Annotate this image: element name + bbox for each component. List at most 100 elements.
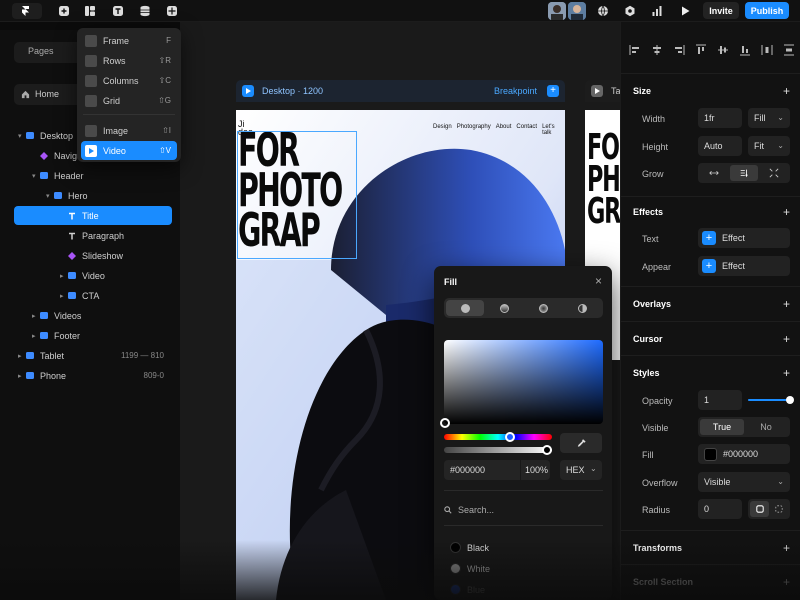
radial-gradient-option[interactable]	[524, 300, 562, 316]
layout-button[interactable]	[82, 3, 98, 19]
layer-paragraph[interactable]: Paragraph	[14, 226, 172, 245]
tab-pages[interactable]: Pages	[28, 46, 54, 56]
color-search[interactable]: Search...	[444, 505, 494, 515]
nav-link-lets-talk[interactable]: Let's talk	[542, 124, 565, 136]
alpha-knob[interactable]	[542, 445, 552, 455]
expand-caret-icon[interactable]: ▾	[46, 192, 54, 200]
color-saturation-picker[interactable]	[440, 340, 603, 428]
invite-button[interactable]: Invite	[703, 2, 739, 19]
layer-hero[interactable]: ▾ Hero	[14, 186, 172, 205]
analytics-button[interactable]	[649, 3, 665, 19]
radius-uniform-button[interactable]	[750, 501, 769, 517]
menu-item-image[interactable]: Image ⇧I	[81, 121, 177, 140]
nav-link-contact[interactable]: Contact	[516, 124, 537, 136]
linear-gradient-option[interactable]	[485, 300, 523, 316]
tablet-frame-header[interactable]: Ta	[585, 80, 620, 102]
radius-input[interactable]: 0	[698, 499, 742, 519]
align-top-icon[interactable]	[695, 44, 707, 56]
align-center-horizontal-icon[interactable]	[651, 44, 663, 56]
opacity-input[interactable]: 100%	[525, 465, 548, 475]
grow-horizontal-button[interactable]	[700, 165, 728, 181]
menu-item-frame[interactable]: Frame F	[81, 31, 177, 50]
plus-icon[interactable]: +	[783, 85, 790, 97]
alpha-slider[interactable]	[444, 445, 552, 455]
insert-button[interactable]	[56, 3, 72, 19]
height-mode-select[interactable]: Fit ⌄	[748, 136, 790, 156]
nav-link-design[interactable]: Design	[433, 124, 452, 136]
expand-caret-icon[interactable]: ▸	[18, 372, 26, 380]
breakpoint-button[interactable]: Breakpoint	[494, 86, 537, 96]
grow-stack-button[interactable]	[730, 165, 758, 181]
cms-button[interactable]	[137, 3, 153, 19]
width-mode-select[interactable]: Fill ⌄	[748, 108, 790, 128]
text-tool-button[interactable]	[110, 3, 126, 19]
nav-link-about[interactable]: About	[496, 124, 512, 136]
assets-button[interactable]	[164, 3, 180, 19]
saturation-knob[interactable]	[440, 418, 450, 428]
visible-true-button[interactable]: True	[700, 419, 744, 435]
expand-caret-icon[interactable]: ▸	[32, 332, 40, 340]
width-input[interactable]: 1fr	[698, 108, 742, 128]
expand-caret-icon[interactable]: ▸	[18, 352, 26, 360]
avatar[interactable]	[568, 2, 586, 20]
avatar[interactable]	[548, 2, 566, 20]
layer-header[interactable]: ▾ Header	[14, 166, 172, 185]
plus-icon[interactable]: +	[783, 542, 790, 554]
expand-caret-icon[interactable]: ▸	[60, 292, 68, 300]
preview-button[interactable]	[677, 3, 693, 19]
close-icon[interactable]: ×	[595, 274, 602, 288]
visible-no-button[interactable]: No	[744, 419, 788, 435]
layer-video[interactable]: ▸ Video	[14, 266, 172, 285]
globe-button[interactable]	[595, 3, 611, 19]
hue-knob[interactable]	[505, 432, 515, 442]
expand-caret-icon[interactable]: ▸	[60, 272, 68, 280]
text-effect-button[interactable]: + Effect	[698, 228, 790, 248]
expand-caret-icon[interactable]: ▾	[18, 132, 26, 140]
menu-item-columns[interactable]: Columns ⇧C	[81, 71, 177, 90]
height-input[interactable]: Auto	[698, 136, 742, 156]
expand-caret-icon[interactable]: ▸	[32, 312, 40, 320]
radius-individual-button[interactable]	[769, 501, 788, 517]
opacity-slider-knob[interactable]	[786, 396, 794, 404]
distribute-vertical-icon[interactable]	[783, 44, 795, 56]
title-selection-box[interactable]	[237, 131, 357, 259]
expand-caret-icon[interactable]: ▾	[32, 172, 40, 180]
layer-tablet[interactable]: ▸ Tablet 1199 — 810	[14, 346, 172, 365]
swatch-blue[interactable]: Blue	[450, 584, 485, 595]
grow-both-button[interactable]	[760, 165, 788, 181]
settings-button[interactable]	[622, 3, 638, 19]
nav-link-photography[interactable]: Photography	[457, 124, 491, 136]
publish-button[interactable]: Publish	[745, 2, 789, 19]
layer-cta[interactable]: ▸ CTA	[14, 286, 172, 305]
menu-item-video[interactable]: Video ⇧V	[81, 141, 177, 160]
layer-title[interactable]: Title	[14, 206, 172, 225]
layer-videos[interactable]: ▸ Videos	[14, 306, 172, 325]
hue-slider[interactable]	[444, 432, 552, 442]
plus-icon[interactable]: +	[783, 206, 790, 218]
eyedropper-button[interactable]	[560, 433, 602, 453]
overflow-select[interactable]: Visible ⌄	[698, 472, 790, 492]
layer-slideshow[interactable]: Slideshow	[14, 246, 172, 265]
plus-icon[interactable]: +	[783, 333, 790, 345]
desktop-frame-header[interactable]: Desktop · 1200 Breakpoint +	[236, 80, 565, 102]
distribute-horizontal-icon[interactable]	[761, 44, 773, 56]
opacity-slider[interactable]	[748, 396, 794, 404]
plus-icon[interactable]: +	[783, 298, 790, 310]
plus-icon[interactable]: +	[783, 576, 790, 588]
align-center-vertical-icon[interactable]	[717, 44, 729, 56]
hex-input[interactable]: #000000	[450, 465, 485, 475]
solid-fill-option[interactable]	[446, 300, 484, 316]
align-right-icon[interactable]	[673, 44, 685, 56]
add-breakpoint-plus-icon[interactable]: +	[547, 85, 559, 97]
plus-icon[interactable]: +	[783, 367, 790, 379]
swatch-black[interactable]: Black	[450, 542, 489, 553]
swatch-white[interactable]: White	[450, 563, 490, 574]
align-left-icon[interactable]	[629, 44, 641, 56]
opacity-input[interactable]: 1	[698, 390, 742, 410]
menu-item-rows[interactable]: Rows ⇧R	[81, 51, 177, 70]
framer-logo-menu-button[interactable]	[12, 3, 42, 19]
layer-footer[interactable]: ▸ Footer	[14, 326, 172, 345]
color-format-select[interactable]: HEX ⌄	[560, 460, 602, 480]
conic-gradient-option[interactable]	[563, 300, 601, 316]
align-bottom-icon[interactable]	[739, 44, 751, 56]
